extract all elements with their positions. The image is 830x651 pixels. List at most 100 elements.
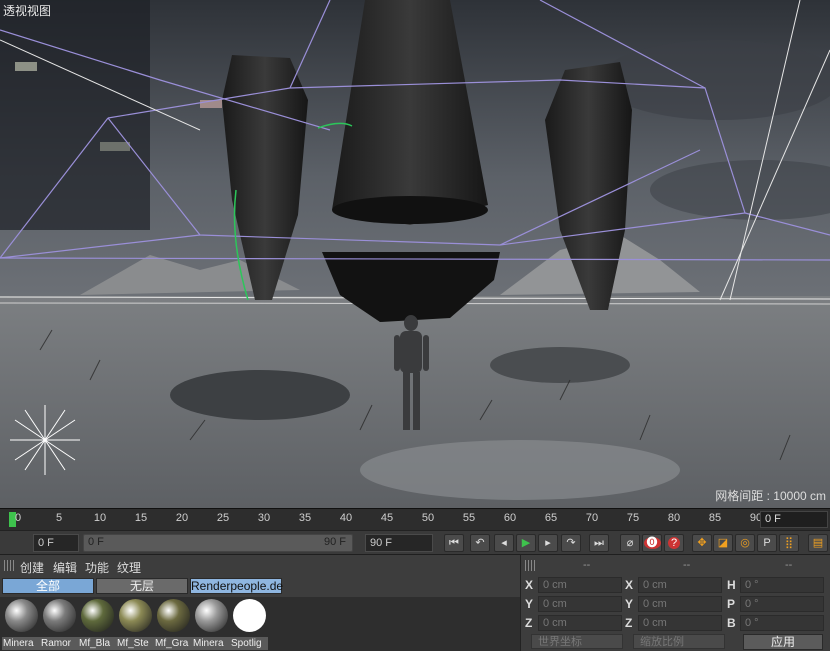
material-name: Spotlig	[230, 637, 268, 650]
material-thumbnail[interactable]: Mf_Bla	[78, 597, 116, 651]
coordinate-value-field[interactable]: 0 cm	[538, 577, 622, 593]
menu-create[interactable]: 创建	[20, 559, 44, 576]
axis-label: Y	[525, 597, 534, 611]
material-preview-sphere	[5, 599, 38, 632]
material-thumbnail[interactable]: Minera	[2, 597, 40, 651]
timeline-tick-label: 25	[216, 512, 230, 524]
current-frame-field[interactable]: 0 F	[760, 511, 828, 528]
timeline-tick-label: 35	[298, 512, 312, 524]
material-manager: 创建 编辑 功能 纹理 全部 无层 Renderpeople.de Minera…	[0, 554, 520, 651]
material-preview-sphere	[157, 599, 190, 632]
material-preview-sphere	[233, 599, 266, 632]
prev-key-button[interactable]: ↶	[470, 534, 490, 552]
go-to-end-button[interactable]: ⏭	[589, 534, 609, 552]
panel-grip-icon[interactable]	[525, 560, 535, 571]
material-preview-sphere	[119, 599, 152, 632]
autokey-button[interactable]: ?	[664, 534, 684, 552]
axis-label: H	[727, 578, 736, 592]
timeline-ruler[interactable]: 0 5 10 15 20 25 30 35 40 45 50 55 60 65 70 75 80 85 90 0 F	[0, 508, 830, 530]
apply-button[interactable]: 应用	[743, 634, 823, 650]
material-thumbnail[interactable]: Mf_Gra	[154, 597, 192, 651]
material-thumbnail[interactable]: Mf_Ste	[116, 597, 154, 651]
filter-renderpeople[interactable]: Renderpeople.de	[190, 578, 283, 594]
frame-range-slider[interactable]: 0 F 90 F	[83, 534, 353, 552]
material-thumbnail[interactable]: Spotlig	[230, 597, 268, 651]
material-preview-sphere	[81, 599, 114, 632]
material-name: Mf_Ste	[116, 637, 154, 650]
grid-dots-icon: ⣿	[784, 537, 794, 549]
autokey-icon: ?	[667, 537, 681, 549]
timeline-panel-icon: ▤	[812, 537, 824, 549]
play-icon: ▶	[521, 537, 531, 549]
coordinate-value-field[interactable]: 0 cm	[638, 577, 722, 593]
coordinate-space-dropdown[interactable]: 世界坐标	[531, 634, 623, 649]
move-tool-icon: ✥	[697, 537, 707, 549]
range-end-label: 90 F	[323, 536, 346, 548]
material-preview-sphere	[43, 599, 76, 632]
play-button[interactable]: ▶	[516, 534, 536, 552]
next-frame-button[interactable]: ▸	[538, 534, 558, 552]
move-tool-button[interactable]: ✥	[692, 534, 712, 552]
coordinate-value-field[interactable]: 0 °	[740, 596, 824, 612]
axis-label: Z	[525, 616, 533, 630]
timeline-tick-label: 10	[93, 512, 107, 524]
axis-label: X	[625, 578, 634, 592]
rotate-tool-icon: ◎	[740, 537, 750, 549]
menu-function[interactable]: 功能	[85, 559, 109, 576]
timeline-tick-label: 85	[708, 512, 722, 524]
timeline-tick-label: 30	[257, 512, 271, 524]
coordinate-value-field[interactable]: 0 cm	[638, 596, 722, 612]
go-to-start-button[interactable]: ⏮	[444, 534, 464, 552]
material-thumbnail[interactable]: Minera	[192, 597, 230, 651]
go-to-end-icon: ⏭	[594, 537, 604, 549]
material-name: Minera	[2, 637, 40, 650]
timeline-tick-label: 60	[503, 512, 517, 524]
material-thumbnail[interactable]: Ramor	[40, 597, 78, 651]
keyframe-button[interactable]: ⌀	[620, 534, 640, 552]
next-frame-icon: ▸	[545, 537, 551, 549]
rotation-header: --	[785, 559, 793, 571]
scale-mode-dropdown[interactable]: 缩放比例	[633, 634, 725, 649]
panel-grip-icon[interactable]	[4, 560, 14, 571]
timeline-tick-label: 55	[462, 512, 476, 524]
rotate-tool-button[interactable]: ◎	[735, 534, 755, 552]
grid-spacing-label: 网格间距 : 10000 cm	[715, 489, 826, 503]
timeline-tick-label: 75	[626, 512, 640, 524]
coordinate-value-field[interactable]: 0 cm	[538, 615, 622, 631]
filter-all[interactable]: 全部	[2, 578, 94, 594]
param-button[interactable]: P	[757, 534, 777, 552]
end-frame-field[interactable]: 90 F	[365, 534, 433, 552]
coordinate-value-field[interactable]: 0 cm	[538, 596, 622, 612]
material-name: Mf_Bla	[78, 637, 116, 650]
material-preview-sphere	[195, 599, 228, 632]
timeline-tick-label: 40	[339, 512, 353, 524]
record-icon: ⓿	[643, 537, 661, 549]
axis-label: P	[727, 597, 736, 611]
coordinate-manager: -- -- -- X0 cm X 0 cm H 0 ° Y 0 cm Y 0 cm P 0 ° Z 0 …	[520, 554, 830, 651]
param-icon: P	[763, 537, 771, 549]
material-name: Minera	[192, 637, 230, 650]
menu-edit[interactable]: 编辑	[53, 559, 77, 576]
grid-dots-button[interactable]: ⣿	[779, 534, 799, 552]
menu-texture[interactable]: 纹理	[117, 559, 141, 576]
prev-frame-button[interactable]: ◂	[494, 534, 514, 552]
next-key-button[interactable]: ↷	[561, 534, 581, 552]
filter-no-layer[interactable]: 无层	[96, 578, 188, 594]
coordinate-value-field[interactable]: 0 °	[740, 615, 824, 631]
record-button[interactable]: ⓿	[642, 534, 662, 552]
perspective-viewport[interactable]: 透视视图 网格间距 : 10000 cm	[0, 0, 830, 508]
material-name: Mf_Gra	[154, 637, 192, 650]
timeline-tick-label: 15	[134, 512, 148, 524]
timeline-tick-label: 5	[55, 512, 63, 524]
coordinate-value-field[interactable]: 0 °	[740, 577, 824, 593]
start-frame-field[interactable]: 0 F	[33, 534, 79, 552]
prev-key-icon: ↶	[475, 537, 485, 549]
scale-tool-button[interactable]: ◪	[713, 534, 733, 552]
timeline-panel-button[interactable]: ▤	[808, 534, 828, 552]
keyframe-icon: ⌀	[626, 537, 634, 549]
coordinate-value-field[interactable]: 0 cm	[638, 615, 722, 631]
timeline-tick-label: 80	[667, 512, 681, 524]
axis-label: X	[525, 578, 534, 592]
timeline-tick-label: 45	[380, 512, 394, 524]
axis-label: B	[727, 616, 736, 630]
